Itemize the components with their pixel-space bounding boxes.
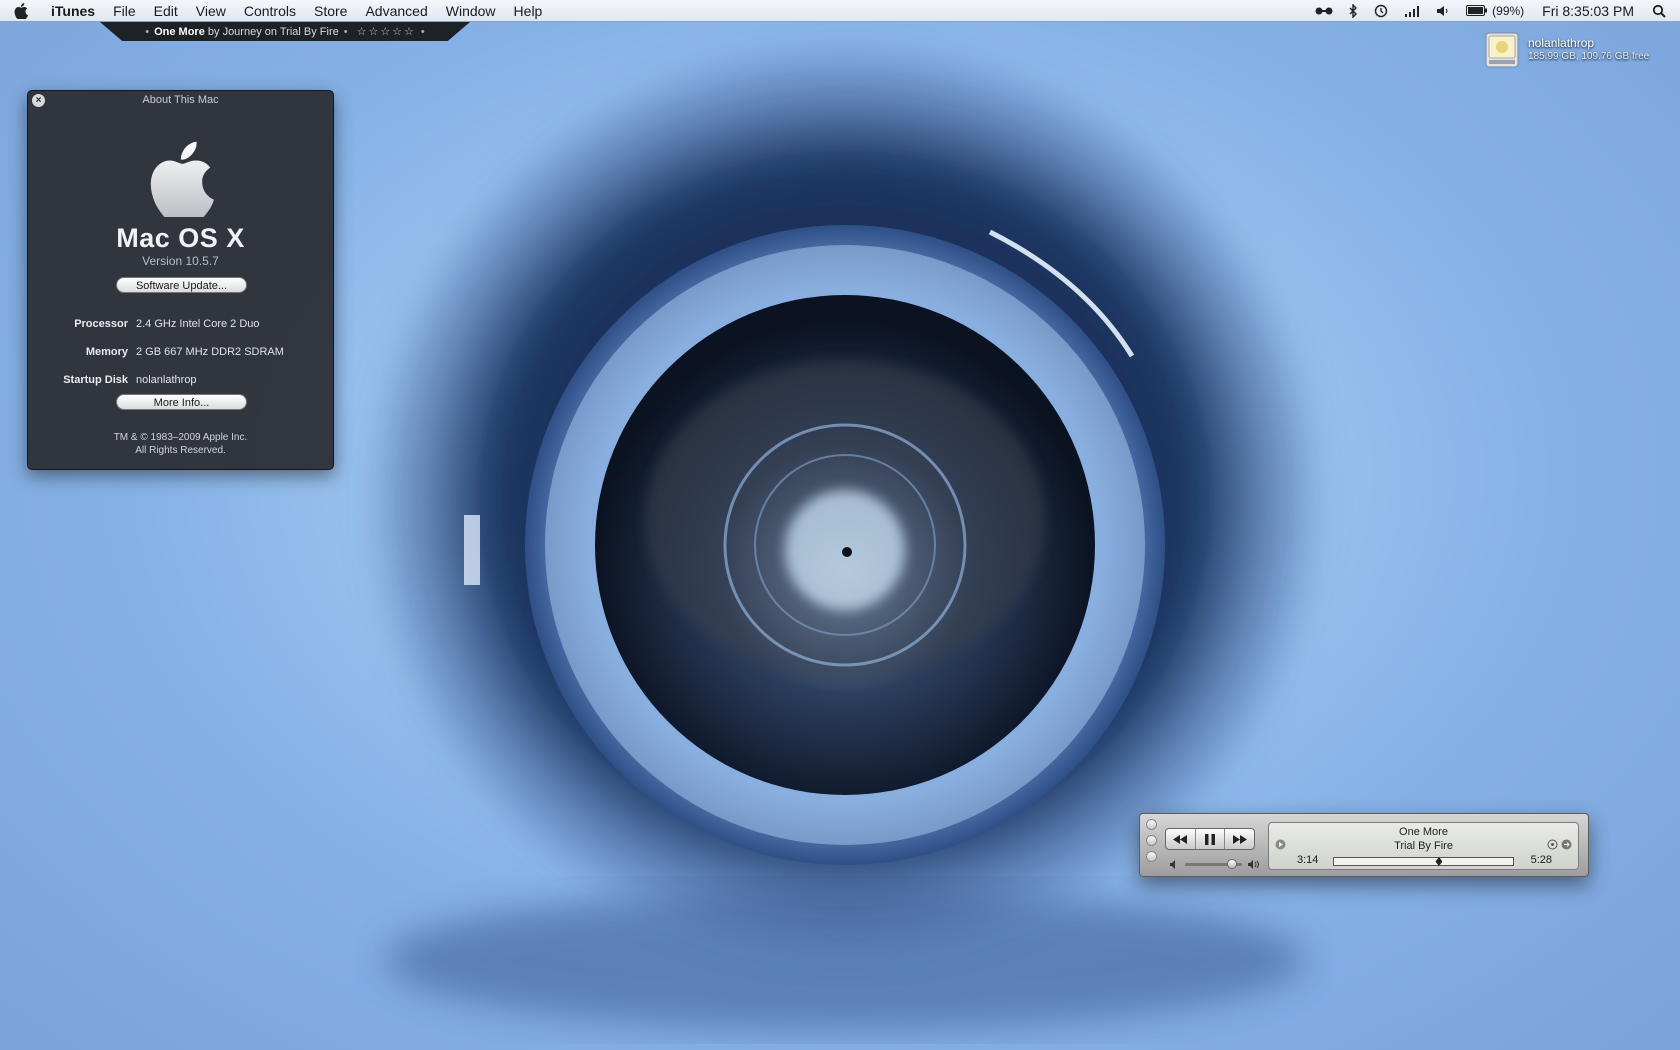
- switch-display-icon[interactable]: [1561, 839, 1572, 850]
- menu-clock[interactable]: Fri 8:35:03 PM: [1532, 3, 1644, 19]
- status-display: One More Trial By Fire 3:14 5:28: [1268, 822, 1579, 870]
- pause-button[interactable]: [1196, 829, 1226, 849]
- playhead[interactable]: [1435, 857, 1443, 866]
- now-playing-song: One More: [154, 25, 205, 38]
- rewind-icon: [1173, 834, 1188, 844]
- volume-slider[interactable]: [1185, 858, 1242, 869]
- memory-row: Memory 2 GB 667 MHz DDR2 SDRAM: [28, 346, 333, 358]
- startup-disk-label: Startup Disk: [63, 374, 128, 386]
- menu-advanced[interactable]: Advanced: [356, 0, 436, 22]
- hard-drive-icon[interactable]: [1484, 31, 1520, 69]
- bluetooth-icon[interactable]: [1341, 0, 1366, 22]
- wifi-signal-icon[interactable]: [1396, 0, 1428, 22]
- menu-store[interactable]: Store: [305, 0, 356, 22]
- mini-player-album: Trial By Fire: [1394, 840, 1453, 852]
- battery-percent: (99%): [1492, 3, 1525, 18]
- processor-row: Processor 2.4 GHz Intel Core 2 Duo: [28, 318, 333, 330]
- transport-controls: [1165, 828, 1255, 850]
- menu-controls[interactable]: Controls: [235, 0, 305, 22]
- os-version: Version 10.5.7: [142, 254, 219, 268]
- rating-stars[interactable]: ☆☆☆☆☆: [357, 25, 416, 38]
- zoom-window-button[interactable]: [1146, 851, 1157, 862]
- pause-icon: [1205, 833, 1215, 845]
- volume-low-icon: [1170, 859, 1175, 869]
- separator-dot: •: [145, 25, 150, 38]
- more-info-button[interactable]: More Info...: [116, 394, 247, 410]
- apple-menu[interactable]: [0, 0, 42, 22]
- itunes-mini-player: One More Trial By Fire 3:14 5:28: [1139, 813, 1589, 877]
- startup-disk-row: Startup Disk nolanlathrop: [28, 374, 333, 386]
- software-update-button[interactable]: Software Update...: [116, 277, 247, 293]
- battery-icon: [1466, 5, 1488, 16]
- desktop-drive-icon-group[interactable]: nolanlathrop 185.99 GB, 109.76 GB free: [1484, 31, 1674, 73]
- elapsed-time[interactable]: 3:14: [1297, 854, 1318, 866]
- legal-line-2: All Rights Reserved.: [135, 445, 226, 456]
- previous-track-button[interactable]: [1166, 829, 1196, 849]
- menu-edit[interactable]: Edit: [145, 0, 187, 22]
- close-window-button[interactable]: [1146, 819, 1157, 830]
- menu-view[interactable]: View: [187, 0, 235, 22]
- about-this-mac-window: × About This Mac Mac OS X Version 10.5.7…: [27, 90, 334, 470]
- separator-dot: •: [343, 25, 348, 38]
- menu-app-itunes[interactable]: iTunes: [42, 0, 104, 22]
- volume-slider-knob[interactable]: [1227, 858, 1238, 869]
- menu-bar: iTunes File Edit View Controls Store Adv…: [0, 0, 1680, 22]
- battery-status[interactable]: (99%): [1458, 0, 1532, 22]
- spotlight-icon[interactable]: [1644, 0, 1674, 22]
- drive-info: 185.99 GB, 109.76 GB free: [1528, 51, 1650, 62]
- playback-progress-bar[interactable]: [1333, 857, 1514, 866]
- window-title: About This Mac: [142, 94, 219, 106]
- startup-disk-value: nolanlathrop: [136, 374, 197, 386]
- menu-window[interactable]: Window: [437, 0, 505, 22]
- legal-text: TM & © 1983–2009 Apple Inc. All Rights R…: [28, 431, 333, 457]
- mini-player-song: One More: [1399, 826, 1448, 838]
- separator-dot: •: [420, 25, 425, 38]
- time-machine-icon[interactable]: [1366, 0, 1396, 22]
- volume-high-icon: [1248, 859, 1259, 869]
- legal-line-1: TM & © 1983–2009 Apple Inc.: [113, 432, 248, 443]
- minimize-window-button[interactable]: [1146, 835, 1157, 846]
- now-playing-ribbon: • One More by Journey on Trial By Fire •…: [100, 22, 470, 41]
- volume-control: [1170, 858, 1260, 870]
- menu-file[interactable]: File: [104, 0, 145, 22]
- drive-name: nolanlathrop: [1528, 36, 1595, 50]
- now-playing-details: by Journey on Trial By Fire: [207, 25, 339, 38]
- memory-value: 2 GB 667 MHz DDR2 SDRAM: [136, 346, 284, 358]
- close-icon[interactable]: ×: [32, 94, 45, 107]
- processor-label: Processor: [74, 318, 128, 330]
- menu-help[interactable]: Help: [505, 0, 552, 22]
- display-icons: [1547, 839, 1572, 850]
- total-time[interactable]: 5:28: [1531, 854, 1552, 866]
- menu-extras: (99%) Fri 8:35:03 PM: [1307, 0, 1680, 22]
- volume-icon[interactable]: [1428, 0, 1458, 22]
- apple-logo-icon: [14, 2, 28, 19]
- memory-label: Memory: [85, 346, 128, 358]
- apple-logo-icon: [146, 137, 216, 221]
- fast-forward-icon: [1232, 834, 1247, 844]
- genius-icon[interactable]: [1547, 839, 1558, 850]
- processor-value: 2.4 GHz Intel Core 2 Duo: [136, 318, 260, 330]
- window-controls: [1146, 819, 1157, 867]
- airport-remote-icon[interactable]: [1307, 0, 1341, 22]
- window-titlebar[interactable]: × About This Mac: [28, 91, 333, 109]
- next-track-button[interactable]: [1225, 829, 1254, 849]
- os-name: Mac OS X: [116, 223, 245, 253]
